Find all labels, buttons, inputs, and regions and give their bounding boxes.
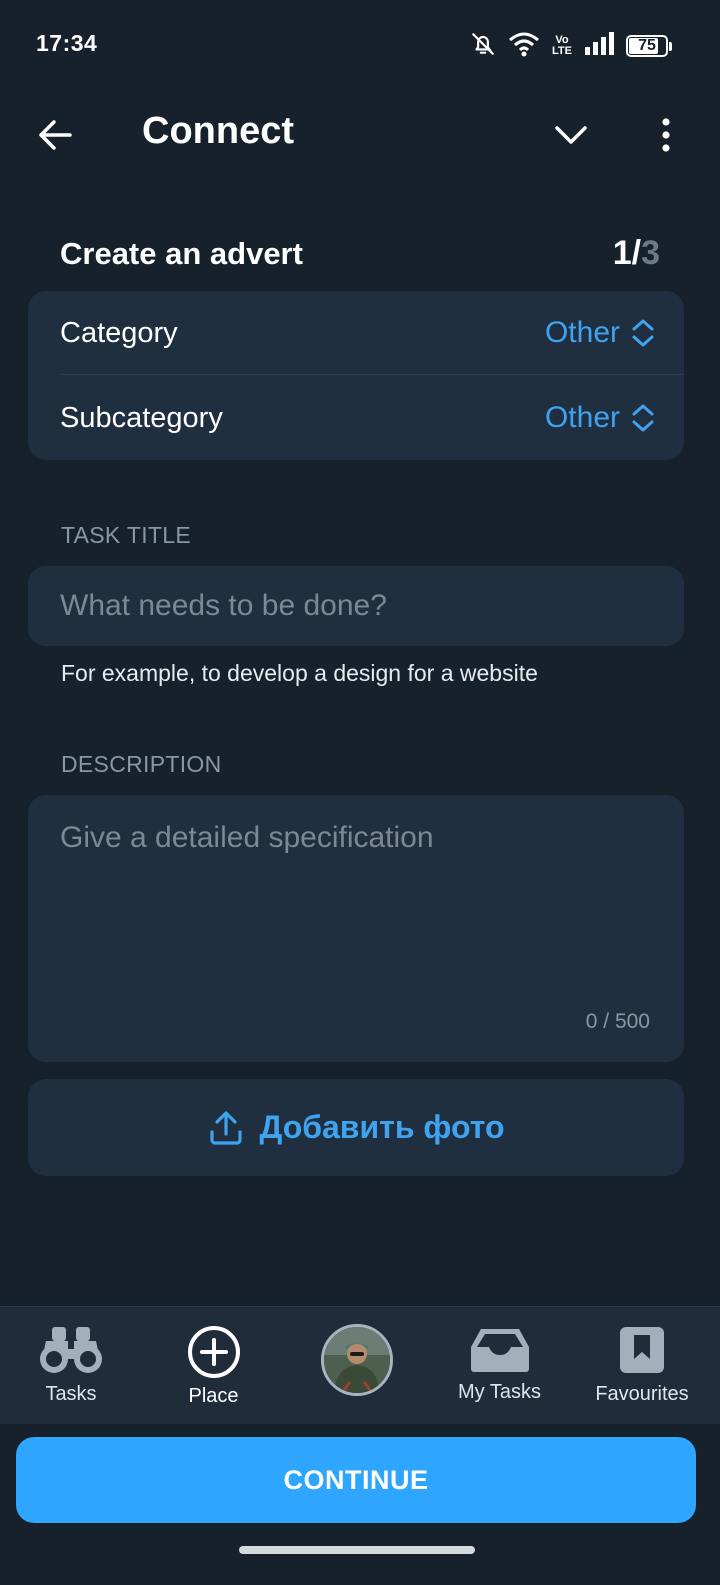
wifi-icon <box>508 31 540 62</box>
home-indicator[interactable] <box>239 1546 475 1554</box>
category-select[interactable]: Category Other <box>28 291 684 375</box>
avatar <box>320 1324 393 1396</box>
volte-icon: Vo LTE <box>552 34 572 57</box>
subcategory-select[interactable]: Subcategory Other <box>28 376 684 460</box>
status-icons: Vo LTE 75 <box>470 30 672 62</box>
plus-circle-icon <box>187 1325 241 1379</box>
collapse-button[interactable] <box>548 112 594 158</box>
battery-level: 75 <box>638 37 656 54</box>
subcategory-value: Other <box>544 401 620 434</box>
step-current: 1 <box>612 234 632 272</box>
task-title-label: TASK TITLE <box>61 522 191 548</box>
continue-label: CONTINUE <box>283 1464 429 1495</box>
description-label: DESCRIPTION <box>61 751 222 777</box>
nav-item-place[interactable]: Place <box>142 1307 285 1424</box>
task-title-hint: For example, to develop a design for a w… <box>61 660 538 686</box>
continue-button[interactable]: CONTINUE <box>16 1437 696 1523</box>
form-title: Create an advert <box>60 236 303 271</box>
more-options-button[interactable] <box>648 112 684 158</box>
chevron-up-down-icon <box>628 316 658 350</box>
character-counter: 0 / 500 <box>585 1010 650 1033</box>
task-title-input[interactable] <box>28 566 684 646</box>
category-label: Category <box>60 316 178 349</box>
category-card: Category Other Subcategory Other <box>28 291 684 460</box>
bookmark-icon <box>618 1325 666 1375</box>
nav-label-my-tasks: My Tasks <box>458 1381 541 1403</box>
status-time: 17:34 <box>36 30 98 56</box>
chevron-up-down-icon <box>628 401 658 435</box>
nav-item-tasks[interactable]: Tasks <box>0 1307 142 1424</box>
nav-label-favourites: Favourites <box>595 1383 689 1405</box>
inbox-icon <box>469 1327 531 1373</box>
task-title-field <box>28 566 684 646</box>
description-field: 0 / 500 <box>28 795 684 1062</box>
nav-item-profile[interactable] <box>285 1307 428 1424</box>
arrow-left-icon <box>39 120 72 150</box>
battery-icon: 75 <box>626 35 672 57</box>
step-separator: / <box>631 234 642 272</box>
more-vertical-icon <box>662 118 670 152</box>
category-value: Other <box>544 316 620 349</box>
page-title: Connect <box>142 110 294 152</box>
nav-item-favourites[interactable]: Favourites <box>571 1307 713 1424</box>
add-photo-label: Добавить фото <box>259 1109 505 1145</box>
signal-icon <box>584 31 614 61</box>
step-total: 3 <box>641 234 660 272</box>
bell-off-icon <box>470 31 496 62</box>
divider <box>60 374 684 375</box>
bottom-navigation: Tasks Place My Tasks Favourites <box>0 1306 720 1424</box>
binoculars-icon <box>38 1325 104 1375</box>
back-button[interactable] <box>32 112 78 158</box>
nav-label-tasks: Tasks <box>45 1383 97 1405</box>
chevron-down-icon <box>555 126 587 144</box>
nav-item-my-tasks[interactable]: My Tasks <box>428 1307 571 1424</box>
add-photo-button[interactable]: Добавить фото <box>28 1079 684 1176</box>
step-indicator: 1/3 <box>613 234 660 273</box>
nav-label-place: Place <box>188 1385 239 1407</box>
profile-avatar <box>320 1324 393 1396</box>
subcategory-label: Subcategory <box>60 401 223 434</box>
upload-icon <box>209 1110 242 1145</box>
